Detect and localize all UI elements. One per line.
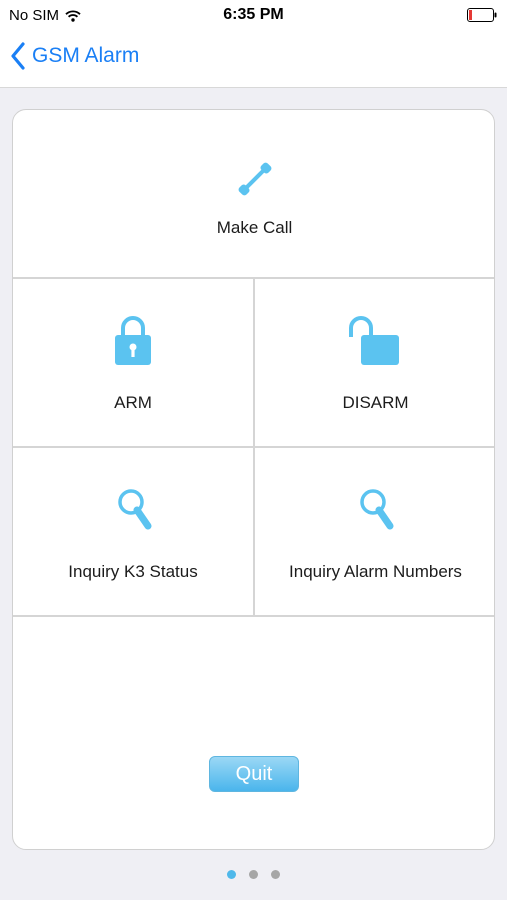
page-dot-3[interactable] [271,870,280,879]
inquiry-alarm-numbers-button[interactable]: Inquiry Alarm Numbers [255,448,494,615]
lock-closed-icon [115,316,151,365]
make-call-button[interactable]: Make Call [13,110,494,277]
back-button[interactable]: GSM Alarm [10,42,139,70]
magnifier-icon [118,489,152,530]
make-call-label: Make Call [216,218,293,237]
arm-button[interactable]: ARM [13,279,253,446]
inquiry-alarm-numbers-label: Inquiry Alarm Numbers [289,562,462,581]
arm-label: ARM [114,393,152,412]
page-indicator[interactable] [0,870,507,879]
inquiry-k3-status-button[interactable]: Inquiry K3 Status [13,448,253,615]
clock-time: 6:35 PM [223,6,284,23]
battery-icon [467,8,497,22]
action-panel: Make Call ARM DISARM Inquiry K3 Status I… [12,109,495,850]
magnifier-icon [360,489,394,530]
chevron-left-icon [11,42,25,70]
navigation-bar: GSM Alarm [0,32,507,88]
phone-icon [238,162,272,196]
page-dot-1[interactable] [227,870,236,879]
inquiry-k3-status-label: Inquiry K3 Status [68,562,198,581]
quit-button[interactable]: Quit [209,756,299,792]
status-bar: No SIM 6:35 PM [0,0,507,32]
divider [13,615,494,617]
page-dot-2[interactable] [249,870,258,879]
lock-open-icon [349,316,399,365]
disarm-label: DISARM [342,393,409,412]
back-button-label: GSM Alarm [32,44,140,67]
disarm-button[interactable]: DISARM [255,279,494,446]
